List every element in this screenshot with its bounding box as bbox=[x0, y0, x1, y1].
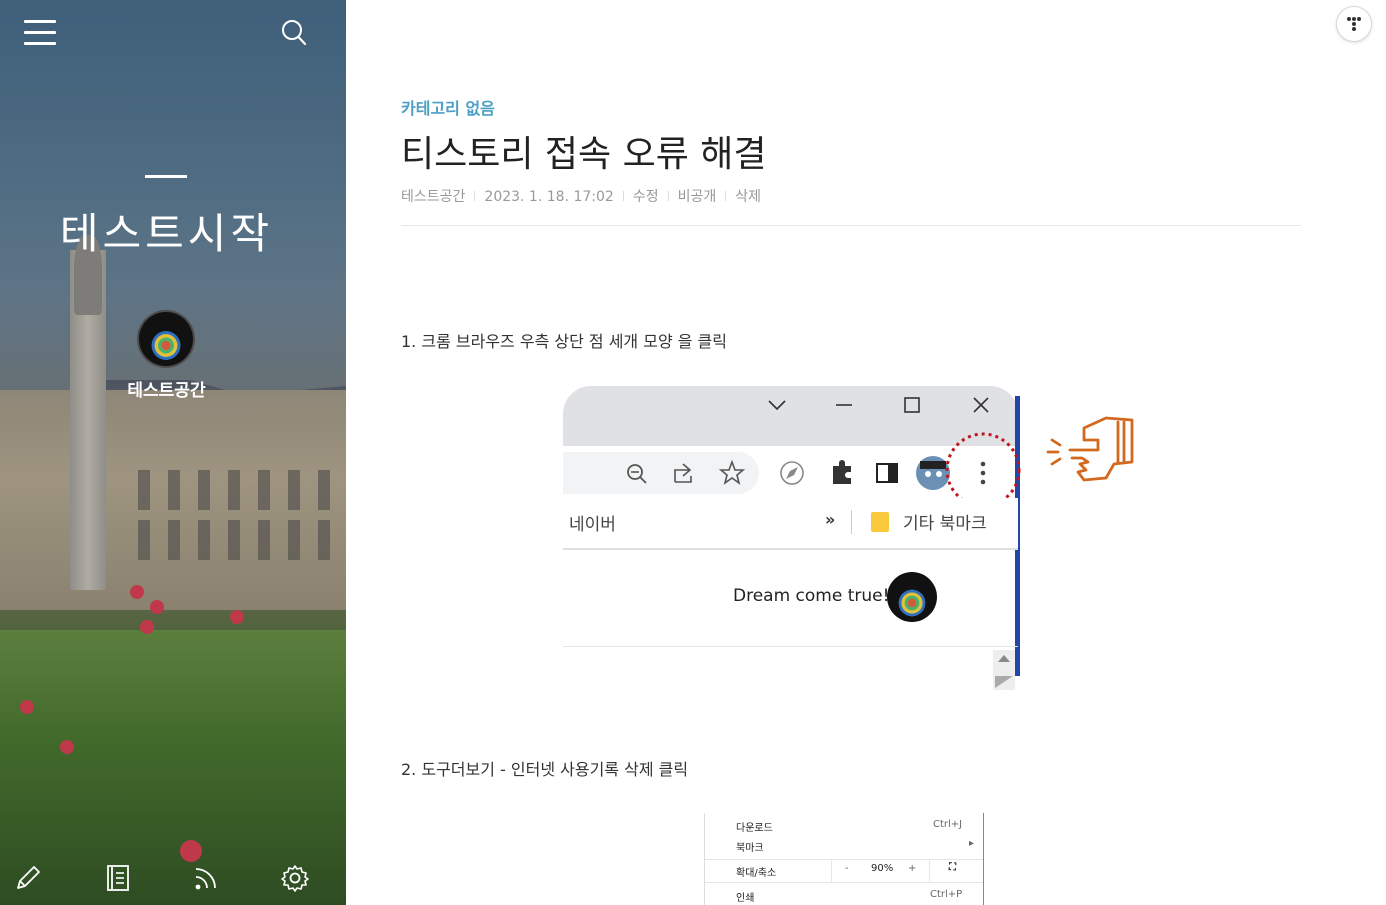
background-flower bbox=[180, 840, 202, 862]
rss-icon[interactable] bbox=[190, 862, 222, 894]
background-flower bbox=[140, 620, 154, 634]
zoom-out-icon bbox=[627, 464, 647, 484]
scrollbar bbox=[993, 650, 1015, 690]
more-options-icon bbox=[980, 461, 986, 485]
menu-item-zoom: 확대/축소 bbox=[736, 868, 777, 879]
menu-item-bookmarks: 북마크 bbox=[736, 843, 764, 854]
zoom-value: 90% bbox=[871, 863, 894, 874]
sidebar-bottom-toolbar bbox=[0, 860, 346, 896]
post-author: 테스트공간 bbox=[401, 189, 466, 205]
search-icon[interactable] bbox=[281, 19, 307, 47]
tab-search-icon bbox=[768, 400, 786, 411]
main-content: 카테고리 없음 티스토리 접속 오류 해결 테스트공간 2023. 1. 18. … bbox=[346, 0, 1386, 905]
pointing-hand-illustration bbox=[1022, 412, 1138, 492]
menu-item-downloads: 다운로드 bbox=[736, 823, 773, 834]
background-flower bbox=[230, 610, 244, 624]
hamburger-menu-icon[interactable] bbox=[24, 20, 56, 46]
bookmark-naver: 네이버 bbox=[569, 515, 616, 535]
star-icon bbox=[718, 459, 746, 485]
menu-right-border bbox=[983, 813, 984, 905]
delete-link[interactable]: 삭제 bbox=[735, 189, 761, 205]
tistory-menu-icon[interactable] bbox=[1336, 6, 1372, 42]
visibility-link[interactable]: 비공개 bbox=[678, 189, 717, 205]
bookmark-other: 기타 북마크 bbox=[903, 514, 987, 534]
edit-link[interactable]: 수정 bbox=[633, 189, 659, 205]
blog-title[interactable]: 테스트시작 bbox=[0, 200, 333, 261]
title-divider bbox=[401, 225, 1301, 226]
gear-icon[interactable] bbox=[279, 862, 311, 894]
author-name: 테스트공간 bbox=[127, 381, 206, 401]
compass-icon bbox=[780, 461, 804, 485]
avatar[interactable] bbox=[137, 310, 195, 368]
new-tab-divider bbox=[563, 646, 1018, 647]
sidebar: 테스트시작 테스트공간 bbox=[0, 0, 346, 905]
book-icon[interactable] bbox=[101, 862, 133, 894]
post-date: 2023. 1. 18. 17:02 bbox=[484, 189, 614, 205]
highlight-circle bbox=[945, 432, 1021, 508]
share-icon bbox=[674, 463, 692, 483]
print-shortcut: Ctrl+P bbox=[930, 889, 963, 900]
profile-avatar-icon bbox=[916, 456, 950, 490]
fullscreen-icon: ⛶ bbox=[949, 862, 956, 873]
step-1-text: 1. 크롬 브라우즈 우측 상단 점 세개 모양 을 클릭 bbox=[401, 332, 727, 351]
background-photo-windows bbox=[120, 470, 340, 510]
post-category[interactable]: 카테고리 없음 bbox=[401, 95, 495, 119]
chevron-right-icon: ▸ bbox=[969, 838, 975, 849]
title-decoration-bar bbox=[145, 175, 187, 178]
maximize-icon bbox=[904, 397, 920, 413]
post-title: 티스토리 접속 오류 해결 bbox=[401, 134, 767, 175]
step-2-text: 2. 도구더보기 - 인터넷 사용기록 삭제 클릭 bbox=[401, 760, 689, 779]
zoom-minus: - bbox=[845, 863, 849, 874]
background-flower bbox=[20, 700, 34, 714]
bookmark-separator bbox=[851, 510, 852, 534]
bookmark-overflow: » bbox=[825, 510, 836, 529]
pencil-icon[interactable] bbox=[12, 862, 44, 894]
background-flower bbox=[60, 740, 74, 754]
downloads-shortcut: Ctrl+J bbox=[933, 819, 963, 830]
background-photo-windows bbox=[120, 520, 340, 560]
background-flower bbox=[150, 600, 164, 614]
side-panel-icon bbox=[876, 463, 898, 483]
menu-item-print: 인쇄 bbox=[736, 893, 755, 904]
extensions-icon bbox=[833, 460, 851, 484]
new-tab-avatar bbox=[887, 572, 937, 622]
chrome-menu-screenshot: 다운로드 Ctrl+J 북마크 ▸ 확대/축소 - 90% + ⛶ 인쇄 Ctr… bbox=[704, 813, 984, 905]
folder-icon bbox=[871, 512, 889, 532]
zoom-separator bbox=[831, 860, 832, 882]
post-meta: 테스트공간 2023. 1. 18. 17:02 수정 비공개 삭제 bbox=[401, 186, 761, 206]
new-tab-text: Dream come true! bbox=[733, 586, 890, 606]
background-flower bbox=[130, 585, 144, 599]
zoom-separator bbox=[929, 860, 930, 882]
zoom-plus: + bbox=[908, 863, 917, 874]
close-icon bbox=[973, 397, 989, 413]
chrome-toolbar-screenshot: 네이버 » 기타 북마크 Dream come true! bbox=[563, 386, 1021, 691]
